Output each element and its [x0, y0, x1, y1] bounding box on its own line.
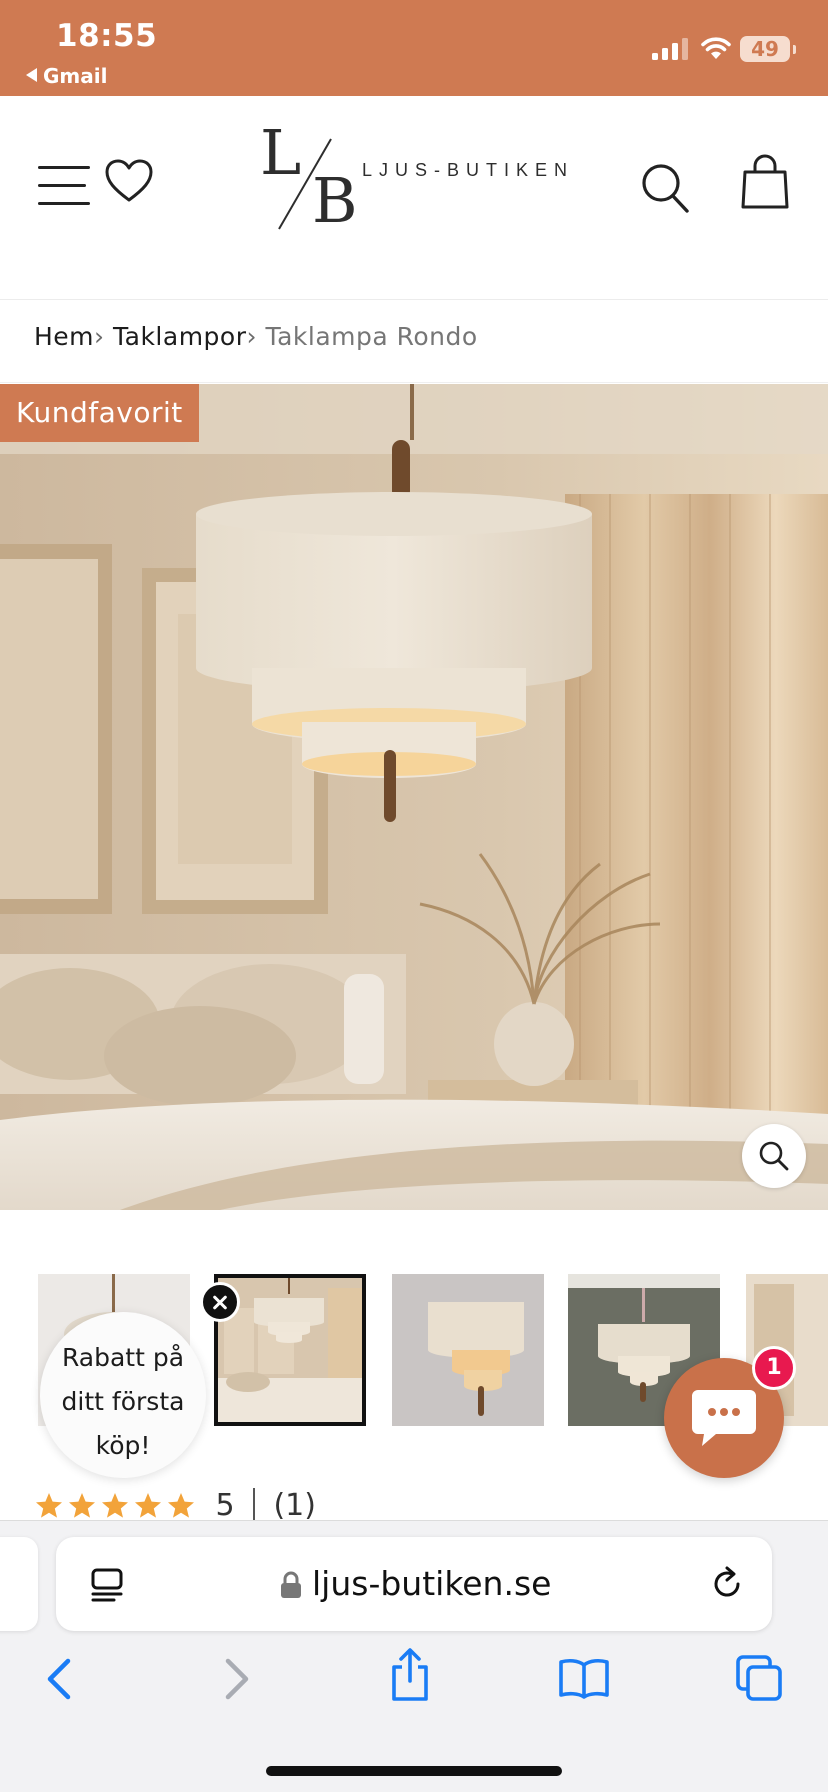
product-rating[interactable]: 5 (1) — [34, 1488, 316, 1524]
back-to-app-link[interactable]: Gmail — [26, 64, 107, 88]
menu-icon[interactable] — [38, 166, 90, 206]
star-icon — [102, 1493, 128, 1518]
chat-bubble-icon — [692, 1390, 756, 1446]
logo-monogram: L B — [260, 116, 358, 237]
kundfavorit-badge: Kundfavorit — [0, 384, 199, 442]
wifi-icon — [701, 37, 731, 59]
breadcrumb: Hem› Taklampor› Taklampa Rondo — [34, 322, 478, 351]
breadcrumb-taklampor[interactable]: Taklampor — [113, 322, 247, 351]
cellular-signal-icon — [652, 38, 688, 60]
breadcrumb-separator: › — [246, 322, 257, 351]
breadcrumb-separator: › — [94, 322, 105, 351]
star-icon — [168, 1493, 194, 1518]
battery-indicator: 49 — [740, 36, 796, 62]
status-bar: 18:55 Gmail 49 — [0, 0, 828, 96]
bedroom-lamp-illustration — [0, 384, 828, 1210]
rating-count: (1) — [273, 1488, 316, 1523]
search-icon[interactable] — [640, 162, 690, 214]
discount-popup-text: Rabatt på ditt första köp! — [61, 1343, 185, 1460]
breadcrumb-home[interactable]: Hem — [34, 322, 94, 351]
star-icon — [69, 1493, 95, 1518]
share-icon[interactable] — [388, 1647, 432, 1703]
tabs-icon[interactable] — [734, 1653, 784, 1703]
rating-score: 5 — [215, 1488, 235, 1523]
address-bar[interactable]: ljus-butiken.se — [56, 1537, 772, 1631]
back-triangle-icon — [26, 68, 37, 82]
rating-divider — [253, 1488, 255, 1524]
site-header: L B LJUS-BUTIKEN — [0, 96, 828, 300]
forward-icon[interactable] — [220, 1655, 254, 1703]
star-icon — [135, 1493, 161, 1518]
url-text: ljus-butiken.se — [312, 1564, 552, 1603]
product-main-image[interactable] — [0, 384, 828, 1210]
store-logo[interactable]: L B LJUS-BUTIKEN — [256, 122, 576, 232]
thumbnail-3[interactable] — [392, 1274, 544, 1426]
bookmarks-icon[interactable] — [558, 1657, 610, 1699]
lock-icon — [281, 1571, 301, 1598]
divider — [0, 382, 828, 383]
zoom-button[interactable] — [742, 1124, 806, 1188]
star-icon — [36, 1493, 62, 1518]
bag-icon[interactable] — [740, 154, 790, 210]
previous-tab-peek[interactable] — [0, 1537, 38, 1631]
browser-bottom-bar: ljus-butiken.se — [0, 1520, 828, 1792]
breadcrumb-current: Taklampa Rondo — [265, 322, 478, 351]
close-popup-button[interactable] — [200, 1282, 240, 1322]
status-time: 18:55 — [56, 18, 158, 54]
back-app-label: Gmail — [43, 64, 108, 88]
home-indicator[interactable] — [266, 1766, 562, 1776]
zoom-icon — [759, 1141, 789, 1171]
rating-stars — [34, 1488, 199, 1524]
back-icon[interactable] — [42, 1655, 76, 1703]
reload-icon[interactable] — [708, 1565, 746, 1603]
logo-text: LJUS-BUTIKEN — [362, 160, 575, 180]
heart-icon[interactable] — [104, 158, 154, 204]
reader-mode-icon[interactable] — [90, 1567, 124, 1603]
chat-unread-badge: 1 — [752, 1346, 796, 1390]
discount-popup[interactable]: Rabatt på ditt första köp! — [40, 1312, 206, 1478]
